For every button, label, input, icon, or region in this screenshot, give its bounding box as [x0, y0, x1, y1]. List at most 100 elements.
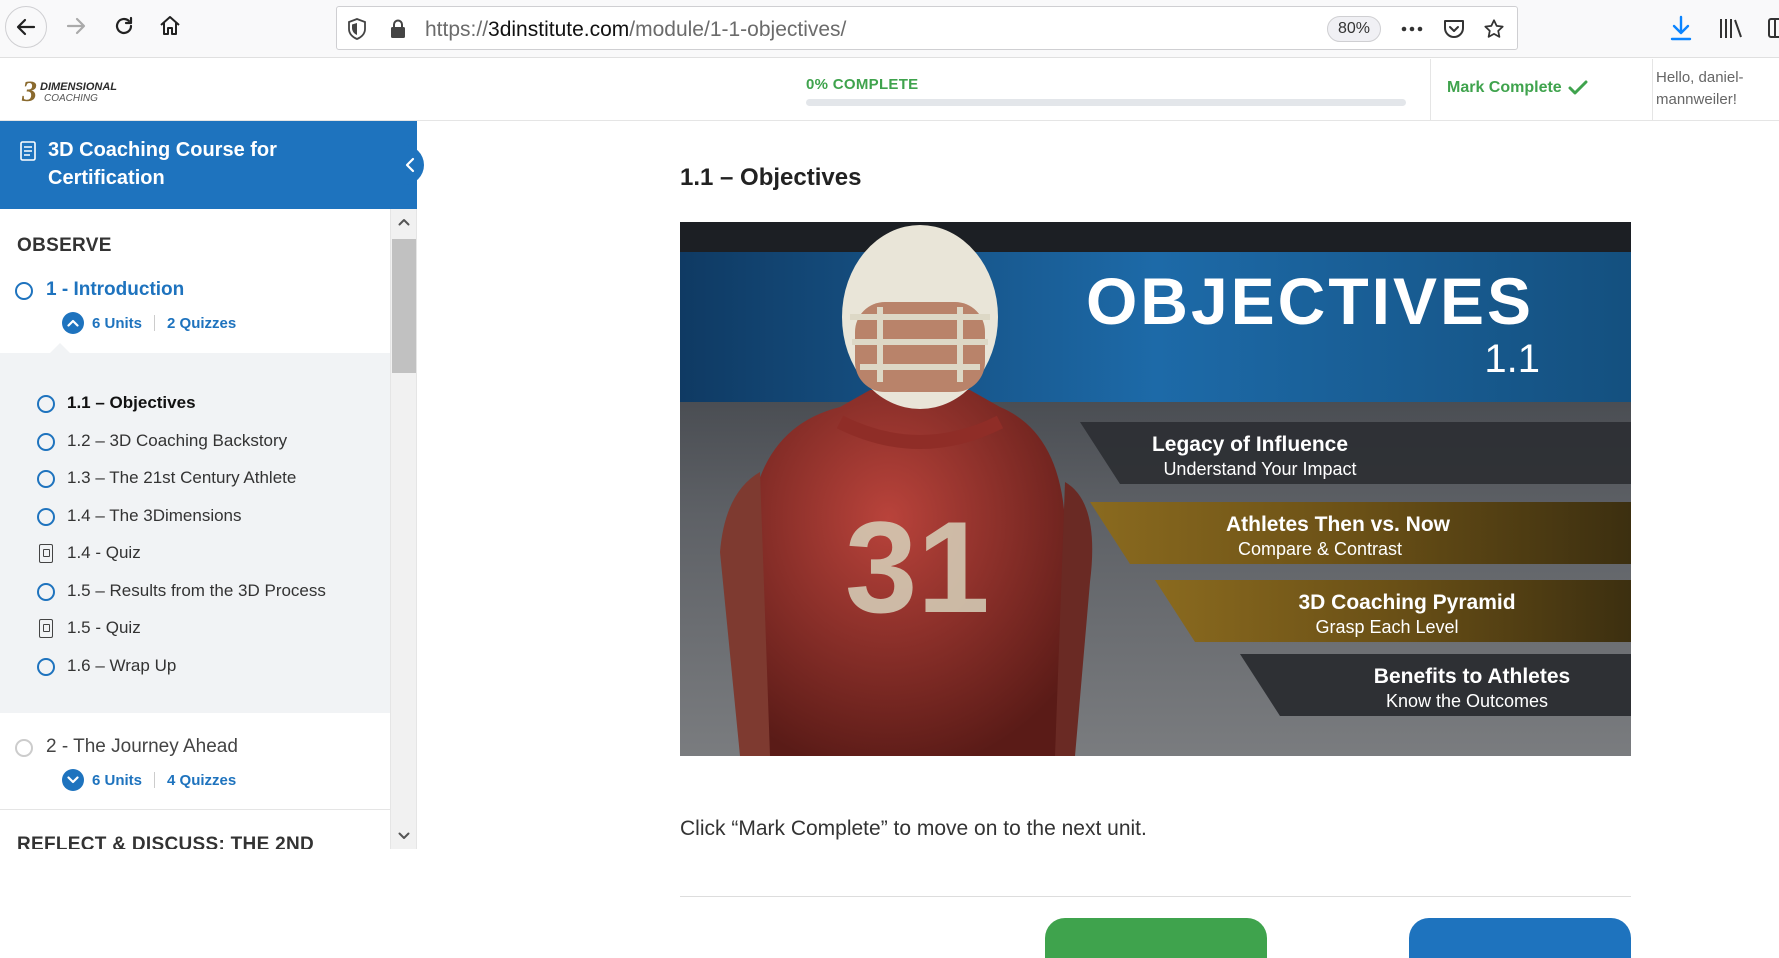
next-unit-button[interactable]: [1409, 918, 1631, 958]
band-subtitle: Grasp Each Level: [1315, 617, 1458, 637]
meta-separator: [154, 772, 156, 788]
status-circle-icon: [37, 583, 55, 601]
lesson-title[interactable]: 1 - Introduction: [46, 279, 184, 301]
status-circle-icon: [15, 282, 33, 300]
unit-count: 6 Units: [92, 771, 143, 789]
expand-toggle[interactable]: [62, 769, 84, 791]
band-title: 3D Coaching Pyramid: [1298, 591, 1515, 614]
address-bar[interactable]: https://3dinstitute.com/module/1-1-objec…: [336, 6, 1518, 50]
sidebar-toggle-icon[interactable]: [1762, 14, 1779, 42]
sidebar-collapse-button[interactable]: [396, 145, 424, 185]
mark-complete-button[interactable]: Mark Complete: [1447, 79, 1588, 97]
url-text[interactable]: https://3dinstitute.com/module/1-1-objec…: [425, 18, 846, 42]
course-title[interactable]: 3D Coaching Course for Certification: [48, 136, 348, 192]
url-scheme: https://: [425, 18, 489, 41]
svg-text:3: 3: [21, 75, 37, 107]
band-title: Legacy of Influence: [1152, 433, 1348, 456]
hero-heading: OBJECTIVES: [1086, 264, 1534, 338]
quiz-label[interactable]: 1.4 - Quiz: [67, 543, 141, 563]
library-icon[interactable]: [1717, 14, 1745, 42]
user-greeting[interactable]: Hello, daniel-mannweiler!: [1656, 67, 1766, 111]
reload-icon: [115, 16, 133, 35]
svg-text:DIMENSIONAL: DIMENSIONAL: [40, 81, 117, 93]
unit-label[interactable]: 1.1 – Objectives: [67, 393, 196, 413]
scroll-up-button[interactable]: [391, 211, 417, 233]
svg-text:COACHING: COACHING: [44, 93, 98, 104]
forward-button[interactable]: [56, 6, 96, 46]
chevron-left-icon: [405, 157, 415, 173]
collapse-toggle[interactable]: [62, 312, 84, 334]
zoom-level[interactable]: 80%: [1326, 16, 1381, 42]
url-domain: 3dinstitute.com: [488, 18, 630, 41]
lesson-meta: 6 Units 4 Quizzes: [62, 769, 236, 791]
status-circle-icon: [15, 739, 33, 757]
checkmark-icon: [1568, 80, 1588, 95]
quiz-label[interactable]: 1.5 - Quiz: [67, 618, 141, 638]
site-logo[interactable]: 3 DIMENSIONAL COACHING: [20, 73, 132, 107]
previous-unit-button[interactable]: [1045, 918, 1267, 958]
band-subtitle: Understand Your Impact: [1163, 459, 1356, 479]
sidebar-scrollbar[interactable]: [390, 209, 416, 849]
lock-icon[interactable]: [389, 19, 407, 39]
objectives-hero-image: OBJECTIVES 1.1 Legacy of Influence Under…: [680, 222, 1631, 756]
page-title: 1.1 – Objectives: [680, 164, 862, 191]
reload-button[interactable]: [104, 6, 144, 46]
home-icon: [160, 16, 180, 35]
download-icon[interactable]: [1667, 14, 1695, 42]
band-subtitle: Compare & Contrast: [1238, 539, 1402, 559]
panel-notch: [50, 343, 70, 353]
unit-label[interactable]: 1.6 – Wrap Up: [67, 656, 176, 676]
chevron-down-icon: [398, 832, 410, 839]
arrow-left-icon: [16, 18, 36, 36]
shield-icon[interactable]: [347, 18, 367, 40]
hero-graphic: OBJECTIVES 1.1 Legacy of Influence Under…: [680, 222, 1631, 756]
course-header[interactable]: 3D Coaching Course for Certification: [0, 121, 417, 209]
jersey-number: 31: [845, 494, 990, 640]
quiz-count: 4 Quizzes: [167, 771, 237, 789]
band-title: Athletes Then vs. Now: [1226, 513, 1451, 536]
chevron-up-icon: [398, 219, 410, 226]
arrow-right-icon: [66, 17, 86, 35]
browser-toolbar: https://3dinstitute.com/module/1-1-objec…: [0, 0, 1779, 58]
instruction-text: Click “Mark Complete” to move on to the …: [680, 817, 1147, 840]
unit-label[interactable]: 1.3 – The 21st Century Athlete: [67, 468, 296, 488]
progress-label: 0% COMPLETE: [806, 76, 919, 93]
quiz-icon: [39, 544, 53, 563]
quiz-count: 2 Quizzes: [167, 314, 237, 332]
unit-label[interactable]: 1.2 – 3D Coaching Backstory: [67, 431, 287, 451]
status-circle-icon: [37, 470, 55, 488]
lesson-title[interactable]: 2 - The Journey Ahead: [46, 736, 238, 758]
section-divider: [0, 809, 390, 810]
book-icon: [20, 141, 36, 161]
section-heading: OBSERVE: [17, 235, 112, 256]
site-header: 3 DIMENSIONAL COACHING 0% COMPLETE Mark …: [0, 59, 1779, 121]
status-circle-icon: [37, 508, 55, 526]
unit-label[interactable]: 1.4 – The 3Dimensions: [67, 506, 242, 526]
bookmark-star-icon[interactable]: [1481, 17, 1507, 41]
band-subtitle: Know the Outcomes: [1386, 691, 1548, 711]
status-circle-icon: [37, 395, 55, 413]
unit-label[interactable]: 1.5 – Results from the 3D Process: [67, 581, 326, 601]
quiz-icon: [39, 619, 53, 638]
pocket-icon[interactable]: [1441, 17, 1467, 41]
section-heading: REFLECT & DISCUSS: THE 2ND: [17, 834, 315, 849]
chevron-down-icon: [67, 776, 79, 784]
more-actions-icon[interactable]: [1399, 17, 1425, 41]
progress-bar: [806, 99, 1406, 106]
mark-complete-label: Mark Complete: [1447, 79, 1562, 96]
scrollbar-thumb[interactable]: [392, 239, 416, 373]
hero-number: 1.1: [1484, 337, 1540, 381]
meta-separator: [154, 315, 156, 331]
course-navigation: OBSERVE 1 - Introduction 6 Units 2 Quizz…: [0, 209, 417, 849]
content-divider: [680, 896, 1631, 897]
home-button[interactable]: [150, 6, 190, 46]
back-button[interactable]: [5, 6, 47, 48]
header-divider: [1652, 59, 1653, 121]
band-title: Benefits to Athletes: [1374, 665, 1570, 688]
unit-list: 1.1 – Objectives 1.2 – 3D Coaching Backs…: [0, 343, 390, 713]
header-divider: [1430, 59, 1431, 121]
scroll-down-button[interactable]: [391, 825, 417, 847]
chevron-up-icon: [67, 319, 79, 327]
status-circle-icon: [37, 433, 55, 451]
lesson-meta: 6 Units 2 Quizzes: [62, 312, 236, 334]
